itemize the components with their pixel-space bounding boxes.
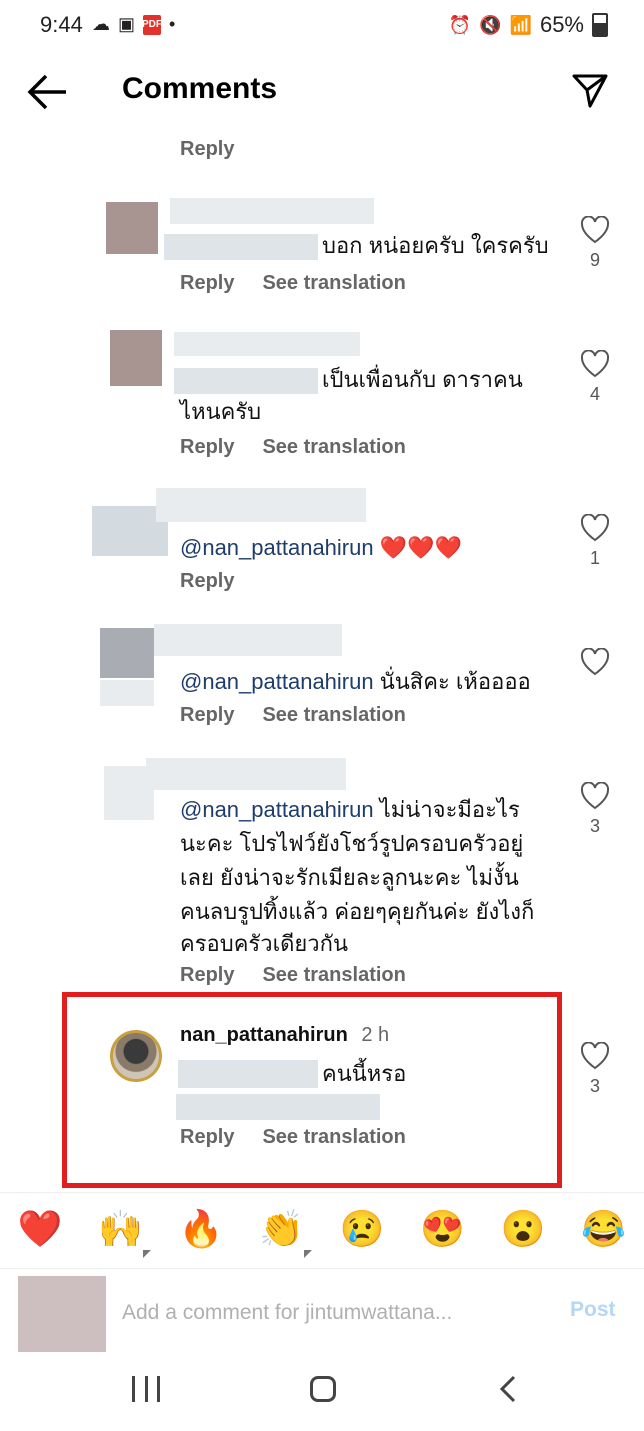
avatar[interactable]: [106, 202, 158, 254]
mention-link[interactable]: @nan_pattanahirun: [180, 797, 374, 822]
heart-icon[interactable]: [580, 782, 610, 810]
recent-apps-icon[interactable]: [132, 1376, 160, 1404]
comment-actions: Reply See translation: [180, 964, 406, 987]
avatar[interactable]: [110, 330, 162, 386]
reply-link[interactable]: Reply: [180, 964, 234, 986]
heart-icon[interactable]: [580, 514, 610, 542]
battery-icon: [592, 13, 608, 37]
heart-icon[interactable]: [580, 216, 610, 244]
home-icon[interactable]: [310, 1376, 336, 1402]
redacted-line: [176, 1094, 380, 1120]
mention-redacted: [174, 368, 318, 394]
mention-redacted: [164, 234, 318, 260]
heart-icon[interactable]: [580, 1042, 610, 1070]
comment-text: @nan_pattanahirun นั่นสิคะ เห้ออออ: [180, 666, 531, 698]
back-arrow-icon[interactable]: [26, 72, 70, 112]
like-count: 3: [589, 816, 600, 836]
see-translation-link[interactable]: See translation: [262, 436, 405, 458]
battery-level: 65%: [539, 12, 584, 37]
reply-link[interactable]: Reply: [180, 1126, 234, 1148]
see-translation-link[interactable]: See translation: [262, 964, 405, 986]
see-translation-link[interactable]: See translation: [262, 704, 405, 726]
comment-text: คนนี้หรอ: [322, 1061, 407, 1086]
username-redacted: [174, 332, 360, 356]
page-title: Comments: [122, 72, 278, 105]
mention-link[interactable]: @nan_pattanahirun: [180, 535, 374, 560]
comment-actions: Reply See translation: [180, 704, 406, 727]
dot-icon: •: [169, 14, 176, 34]
send-icon[interactable]: [570, 70, 610, 110]
comment-text: @nan_pattanahirun ไม่น่าจะมีอะไร: [180, 794, 520, 826]
highlight-box: [62, 992, 562, 1188]
comments-screen: 9:44 ☁ ▣ PDF • ⏰ 🔇 📶 65% Comments Reply …: [0, 0, 644, 1431]
comment-timestamp: 2 h: [361, 1024, 390, 1046]
mute-icon: 🔇: [479, 14, 502, 35]
emoji-quick-bar: ❤️ 🙌 🔥 👏 😢 😍 😮 😂: [0, 1192, 644, 1265]
pdf-icon: PDF: [142, 14, 162, 35]
fire-emoji-button[interactable]: 🔥: [171, 1208, 231, 1250]
like-count: 1: [589, 548, 600, 568]
comment-header: nan_pattanahirun 2 h: [180, 1024, 389, 1047]
comment-text-line3: เลย ยังน่าจะรักเมียละลูกนะคะ ไม่งั้น: [180, 865, 519, 890]
avatar: [18, 1276, 106, 1352]
heart-eyes-emoji-button[interactable]: 😍: [413, 1208, 473, 1250]
like-count: 3: [589, 1076, 600, 1096]
avatar[interactable]: [100, 628, 154, 678]
laughing-emoji-button[interactable]: 😂: [574, 1208, 634, 1250]
comment-input[interactable]: [120, 1296, 544, 1330]
comment-text: เป็นเพื่อนกับ ดาราคน: [322, 367, 523, 392]
username-link[interactable]: nan_pattanahirun: [180, 1024, 348, 1046]
reply-link[interactable]: Reply: [180, 704, 234, 726]
nav-back-icon[interactable]: [494, 1374, 524, 1404]
comment-actions: Reply See translation: [180, 436, 406, 459]
username-redacted: [154, 624, 342, 656]
comment-text: @nan_pattanahirun ❤️❤️❤️: [180, 532, 462, 564]
comment-text-line4: คนลบรูปทิ้งแล้ว ค่อยๆคุยกันค่ะ ยังไงก็: [180, 899, 535, 924]
see-translation-link[interactable]: See translation: [262, 1126, 405, 1148]
heart-icon[interactable]: [580, 350, 610, 378]
comment-actions: Reply See translation: [180, 272, 406, 295]
avatar-redacted: [100, 680, 154, 706]
comment-text-line2: ไหนครับ: [180, 399, 262, 424]
red-heart-emoji-button[interactable]: ❤️: [10, 1208, 70, 1250]
status-system-icons: ⏰ 🔇 📶 65%: [449, 12, 608, 38]
cloud-icon: ☁: [92, 14, 110, 34]
like-count: 4: [589, 384, 600, 404]
username-redacted: [156, 488, 366, 522]
status-time: 9:44: [40, 12, 83, 37]
status-notification-icons: ☁ ▣ PDF •: [92, 14, 175, 35]
avatar[interactable]: [110, 1030, 162, 1082]
comment-text: บอก หน่อยครับ ใครครับ: [322, 233, 549, 258]
mention-redacted: [178, 1060, 318, 1088]
raising-hands-emoji-button[interactable]: 🙌: [91, 1208, 151, 1250]
comment-actions: Reply See translation: [180, 1126, 406, 1149]
like-count: 9: [589, 250, 600, 270]
comment-text-line2: นะคะ โปรไฟว์ยังโชว์รูปครอบครัวอยู่: [180, 831, 524, 856]
username-redacted: [146, 758, 346, 790]
reply-link[interactable]: Reply: [180, 138, 234, 161]
comment-text-line5: ครอบครัวเดียวกัน: [180, 931, 349, 956]
clapping-emoji-button[interactable]: 👏: [252, 1208, 312, 1250]
comment-body: ❤️❤️❤️: [373, 535, 462, 560]
reply-link[interactable]: Reply: [180, 436, 234, 458]
mention-link[interactable]: @nan_pattanahirun: [180, 669, 374, 694]
reply-link[interactable]: Reply: [180, 570, 234, 593]
post-button[interactable]: Post: [570, 1298, 616, 1322]
crying-emoji-button[interactable]: 😢: [332, 1208, 392, 1250]
comment-body: ไม่น่าจะมีอะไร: [373, 797, 520, 822]
heart-icon[interactable]: [580, 648, 610, 676]
comment-body: นั่นสิคะ เห้ออออ: [373, 669, 531, 694]
gallery-icon: ▣: [118, 14, 136, 34]
username-redacted: [170, 198, 374, 224]
surprised-emoji-button[interactable]: 😮: [493, 1208, 553, 1250]
alarm-icon: ⏰: [448, 14, 472, 35]
reply-link[interactable]: Reply: [180, 272, 234, 294]
see-translation-link[interactable]: See translation: [262, 272, 405, 294]
wifi-icon: 📶: [509, 14, 532, 35]
